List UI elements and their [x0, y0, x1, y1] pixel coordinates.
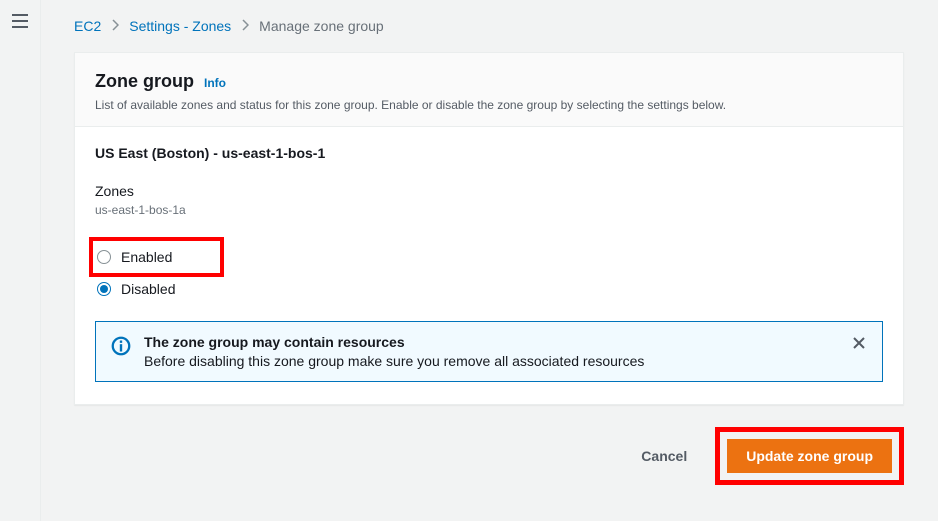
breadcrumb-ec2[interactable]: EC2 — [74, 18, 101, 34]
breadcrumb: EC2 Settings - Zones Manage zone group — [74, 18, 904, 34]
radio-enabled[interactable]: Enabled — [95, 245, 174, 269]
chevron-right-icon — [241, 18, 249, 34]
cancel-button[interactable]: Cancel — [623, 440, 705, 472]
status-radio-group: Enabled Disabled — [95, 237, 883, 301]
breadcrumb-current: Manage zone group — [259, 18, 384, 34]
panel-subtitle: List of available zones and status for t… — [95, 98, 883, 112]
zone-group-panel: Zone group Info List of available zones … — [74, 52, 904, 405]
breadcrumb-settings-zones[interactable]: Settings - Zones — [129, 18, 231, 34]
radio-disabled[interactable]: Disabled — [95, 277, 883, 301]
sidebar-divider — [40, 0, 41, 521]
enabled-highlight: Enabled — [89, 237, 224, 277]
info-icon — [110, 335, 132, 360]
update-highlight: Update zone group — [715, 427, 904, 485]
radio-icon — [97, 250, 111, 264]
panel-header: Zone group Info List of available zones … — [75, 53, 903, 127]
radio-icon — [97, 282, 111, 296]
alert-title: The zone group may contain resources — [144, 334, 838, 350]
panel-title: Zone group — [95, 71, 194, 92]
radio-disabled-label: Disabled — [121, 281, 175, 297]
radio-enabled-label: Enabled — [121, 249, 172, 265]
alert-text: Before disabling this zone group make su… — [144, 353, 838, 369]
update-zone-group-button[interactable]: Update zone group — [727, 439, 892, 473]
zones-label: Zones — [95, 183, 883, 199]
info-alert: The zone group may contain resources Bef… — [95, 321, 883, 382]
zone-id: us-east-1-bos-1a — [95, 203, 883, 217]
close-icon[interactable] — [850, 334, 868, 355]
menu-toggle-button[interactable] — [12, 14, 28, 28]
info-link[interactable]: Info — [204, 76, 226, 90]
chevron-right-icon — [111, 18, 119, 34]
zone-group-name: US East (Boston) - us-east-1-bos-1 — [95, 145, 883, 161]
footer-actions: Cancel Update zone group — [74, 427, 904, 485]
